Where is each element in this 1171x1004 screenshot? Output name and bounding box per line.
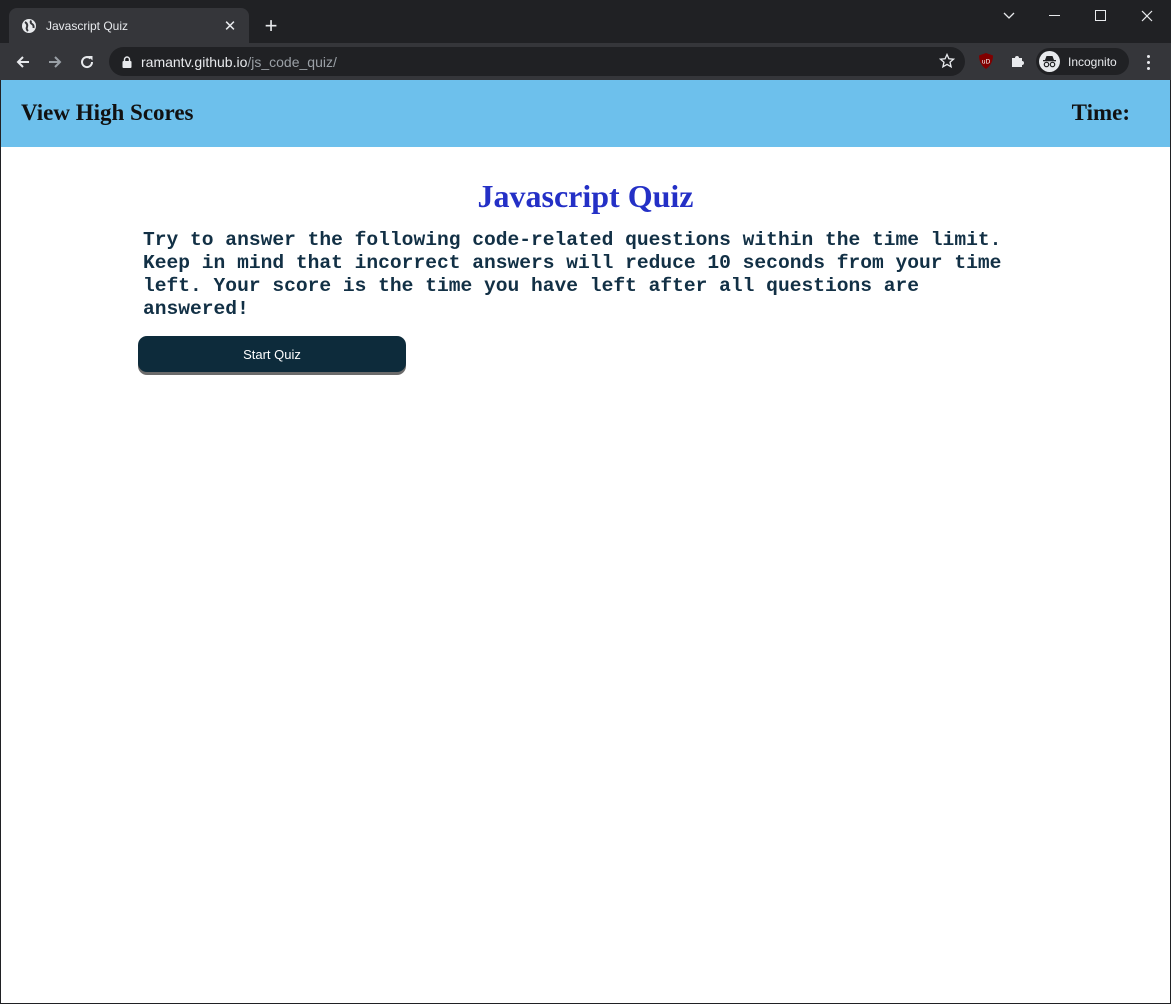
forward-button[interactable] [42,49,68,75]
minimize-button[interactable] [1032,0,1078,32]
lock-icon [122,55,132,68]
incognito-indicator[interactable]: Incognito [1036,48,1129,75]
instruction-line: Try to answer the following code-related… [143,229,1002,251]
close-tab-icon[interactable]: ✕ [221,17,239,35]
close-icon [1141,10,1153,22]
svg-text:uD: uD [982,59,991,66]
maximize-button[interactable] [1078,0,1124,32]
incognito-label: Incognito [1068,54,1117,69]
bookmark-star-icon[interactable] [939,53,955,69]
instruction-line: Keep in mind that incorrect answers will… [143,252,1002,274]
browser-toolbar: ramantv.github.io/js_code_quiz/ uD Incog… [0,43,1171,80]
timer-label: Time: [1071,100,1130,125]
arrow-left-icon [16,56,29,68]
close-window-button[interactable] [1124,0,1170,32]
start-quiz-button[interactable]: Start Quiz [138,336,406,372]
instruction-line: left. Your score is the time you have le… [143,275,920,297]
globe-icon [21,18,37,34]
site-header: View High Scores Time: [1,80,1170,147]
new-tab-button[interactable]: + [258,13,284,39]
puzzle-icon [1012,56,1024,67]
view-high-scores-link[interactable]: View High Scores [21,100,194,126]
reload-icon [81,56,94,69]
extensions-button[interactable] [1006,49,1030,73]
back-button[interactable] [10,49,36,75]
tab-strip: Javascript Quiz ✕ + [0,0,1171,43]
url-host: ramantv.github.io [141,53,248,70]
quiz-instructions: Try to answer the following code-related… [143,229,1033,321]
browser-menu-icon[interactable] [1138,51,1158,73]
arrow-right-icon [49,56,62,68]
page-viewport: View High Scores Time: Javascript Quiz T… [1,80,1170,1003]
page-title: Javascript Quiz [477,178,694,214]
chevron-down-icon [1003,12,1015,19]
tab-title: Javascript Quiz [46,18,129,33]
incognito-icon [1039,51,1060,72]
ublock-extension-button[interactable]: uD [974,49,998,73]
minimize-icon [1049,15,1060,16]
instruction-line: answered! [143,298,249,320]
browser-tab[interactable]: Javascript Quiz ✕ [9,8,249,43]
shield-icon: uD [979,53,993,69]
url-path: /js_code_quiz/ [247,53,337,70]
tab-search-button[interactable] [986,0,1032,32]
maximize-icon [1095,10,1106,21]
address-bar[interactable]: ramantv.github.io/js_code_quiz/ [109,47,965,76]
reload-button[interactable] [74,49,100,75]
